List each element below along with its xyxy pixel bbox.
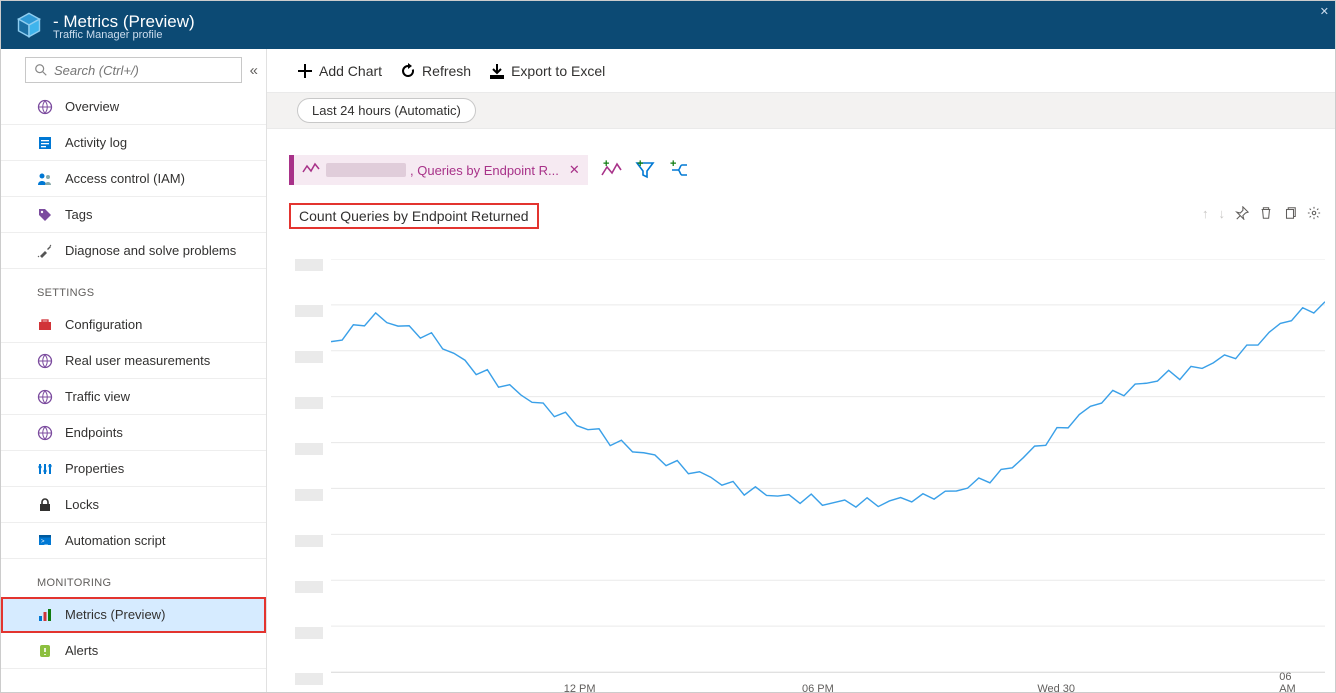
settings-icon[interactable] — [1307, 206, 1321, 223]
add-filter-icon[interactable]: + — [634, 159, 656, 181]
y-axis-label — [295, 489, 323, 501]
sidebar-item-label: Configuration — [65, 317, 142, 332]
sidebar: « Overview Activity log Access control (IA… — [1, 49, 267, 692]
move-up-icon[interactable]: ↑ — [1202, 206, 1209, 223]
iam-icon — [37, 171, 53, 187]
line-chart-icon — [302, 162, 320, 179]
command-bar: Add Chart Refresh Export to Excel — [267, 49, 1335, 93]
svg-text:+: + — [637, 159, 643, 170]
sidebar-item-label: Overview — [65, 99, 119, 114]
sidebar-item-tags[interactable]: Tags — [1, 197, 266, 233]
search-input[interactable] — [54, 63, 233, 78]
sidebar-item-label: Traffic view — [65, 389, 130, 404]
briefcase-icon — [37, 317, 53, 333]
sidebar-item-label: Locks — [65, 497, 99, 512]
tools-icon — [37, 243, 53, 259]
search-icon — [34, 63, 48, 77]
chart-area: 12 PM 06 PM Wed 30 06 AM — [289, 231, 1325, 692]
globe-icon — [37, 425, 53, 441]
globe-icon — [37, 389, 53, 405]
add-split-icon[interactable]: + — [668, 159, 690, 181]
script-icon: >_ — [37, 533, 53, 549]
sidebar-item-access-control-iam-[interactable]: Access control (IAM) — [1, 161, 266, 197]
export-button[interactable]: Export to Excel — [489, 63, 605, 79]
sidebar-item-label: Activity log — [65, 135, 127, 150]
pin-icon[interactable] — [1235, 206, 1249, 223]
copy-icon[interactable] — [1283, 206, 1297, 223]
sidebar-item-label: Alerts — [65, 643, 98, 658]
download-icon — [489, 63, 505, 79]
y-axis-label — [295, 581, 323, 593]
sidebar-item-diagnose-and-solve-problems[interactable]: Diagnose and solve problems — [1, 233, 266, 269]
y-axis-label — [295, 535, 323, 547]
sidebar-section: MONITORING — [1, 559, 266, 597]
svg-text:+: + — [670, 159, 676, 170]
close-icon[interactable]: ✕ — [1320, 5, 1329, 18]
chart-icon — [37, 607, 53, 623]
y-axis-label — [295, 259, 323, 271]
sidebar-item-label: Properties — [65, 461, 124, 476]
x-axis-label: 06 AM — [1279, 671, 1310, 692]
sidebar-item-label: Diagnose and solve problems — [65, 243, 236, 258]
collapse-sidebar-icon[interactable]: « — [250, 62, 258, 79]
sidebar-item-metrics-preview-[interactable]: Metrics (Preview) — [1, 597, 266, 633]
sidebar-item-properties[interactable]: Properties — [1, 451, 266, 487]
metric-redacted-name — [326, 163, 406, 177]
sidebar-item-label: Metrics (Preview) — [65, 607, 165, 622]
x-axis-label: 12 PM — [564, 683, 596, 692]
y-axis-label — [295, 351, 323, 363]
svg-text:+: + — [603, 159, 609, 170]
main-content: Add Chart Refresh Export to Excel Last 2… — [267, 49, 1335, 692]
y-axis-label — [295, 443, 323, 455]
tag-icon — [37, 207, 53, 223]
x-axis-label: Wed 30 — [1037, 683, 1075, 692]
delete-icon[interactable] — [1259, 206, 1273, 223]
cube-icon — [15, 11, 43, 39]
log-icon — [37, 135, 53, 151]
sidebar-item-label: Automation script — [65, 533, 165, 548]
sidebar-item-configuration[interactable]: Configuration — [1, 307, 266, 343]
lock-icon — [37, 497, 53, 513]
header-bar: - Metrics (Preview) Traffic Manager prof… — [1, 1, 1335, 49]
sidebar-item-label: Real user measurements — [65, 353, 210, 368]
timerange-pill[interactable]: Last 24 hours (Automatic) — [297, 98, 476, 123]
chart-title: Count Queries by Endpoint Returned — [289, 203, 539, 229]
y-axis-label — [295, 397, 323, 409]
x-axis-label: 06 PM — [802, 683, 834, 692]
y-axis-label — [295, 627, 323, 639]
sidebar-item-automation-script[interactable]: >_ Automation script — [1, 523, 266, 559]
remove-metric-icon[interactable]: ✕ — [569, 162, 580, 178]
move-down-icon[interactable]: ↓ — [1219, 206, 1226, 223]
refresh-icon — [400, 63, 416, 79]
sidebar-item-endpoints[interactable]: Endpoints — [1, 415, 266, 451]
sidebar-item-traffic-view[interactable]: Traffic view — [1, 379, 266, 415]
sidebar-item-label: Endpoints — [65, 425, 123, 440]
sidebar-item-alerts[interactable]: Alerts — [1, 633, 266, 669]
y-axis-label — [295, 673, 323, 685]
plus-icon — [297, 63, 313, 79]
sliders-icon — [37, 461, 53, 477]
sidebar-item-overview[interactable]: Overview — [1, 89, 266, 125]
globe-icon — [37, 99, 53, 115]
svg-text:>_: >_ — [41, 539, 49, 545]
search-input-wrapper[interactable] — [25, 57, 242, 83]
alert-icon — [37, 643, 53, 659]
sidebar-item-label: Tags — [65, 207, 92, 222]
refresh-button[interactable]: Refresh — [400, 63, 471, 79]
chart-action-icons: ↑ ↓ — [1202, 203, 1325, 223]
sidebar-item-label: Access control (IAM) — [65, 171, 185, 186]
sidebar-item-activity-log[interactable]: Activity log — [1, 125, 266, 161]
page-subtitle: Traffic Manager profile — [53, 29, 162, 41]
metric-tag[interactable]: , Queries by Endpoint R... ✕ — [289, 155, 588, 185]
add-chart-button[interactable]: Add Chart — [297, 63, 382, 79]
y-axis-label — [295, 305, 323, 317]
globe-icon — [37, 353, 53, 369]
sidebar-section: SETTINGS — [1, 269, 266, 307]
add-metric-icon[interactable]: + — [600, 159, 622, 181]
sidebar-item-real-user-measurements[interactable]: Real user measurements — [1, 343, 266, 379]
sidebar-item-locks[interactable]: Locks — [1, 487, 266, 523]
